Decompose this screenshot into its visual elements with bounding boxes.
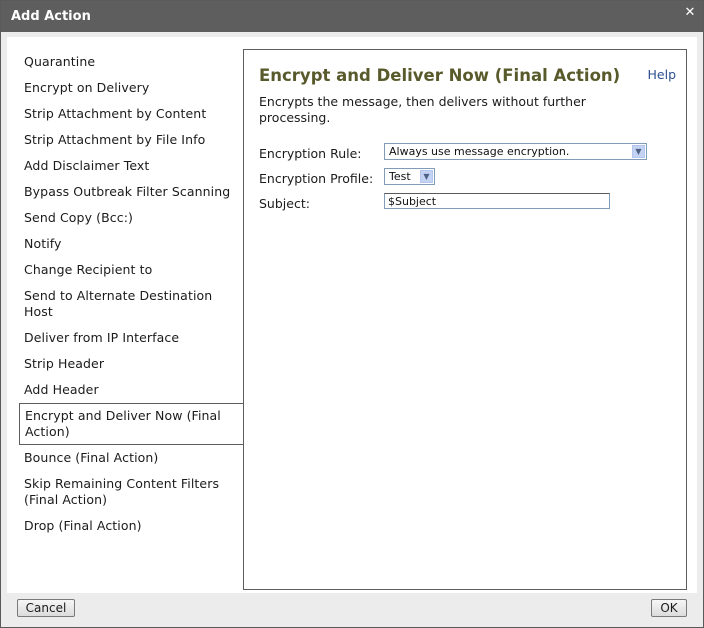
action-description: Encrypts the message, then delivers with…	[259, 94, 586, 125]
action-item[interactable]: Encrypt and Deliver Now (Final Action)	[19, 403, 245, 445]
chevron-down-icon[interactable]: ▼	[420, 170, 433, 183]
subject-input[interactable]: $Subject	[384, 193, 610, 209]
action-item[interactable]: Add Disclaimer Text	[19, 153, 244, 179]
action-item[interactable]: Strip Header	[19, 351, 244, 377]
cancel-button[interactable]: Cancel	[17, 599, 75, 617]
action-item[interactable]: Deliver from IP Interface	[19, 325, 244, 351]
encryption-rule-select[interactable]: Always use message encryption. ▼	[384, 143, 647, 160]
encryption-profile-label: Encryption Profile:	[259, 171, 374, 186]
action-item[interactable]: Bounce (Final Action)	[19, 445, 244, 471]
action-item[interactable]: Bypass Outbreak Filter Scanning	[19, 179, 244, 205]
action-item[interactable]: Strip Attachment by File Info	[19, 127, 244, 153]
action-item[interactable]: Drop (Final Action)	[19, 513, 244, 539]
action-item[interactable]: Quarantine	[19, 49, 244, 75]
encryption-profile-value: Test	[389, 170, 411, 183]
title-bar[interactable]: Add Action ✕	[1, 1, 703, 32]
action-detail-panel: Encrypt and Deliver Now (Final Action) H…	[243, 49, 687, 590]
panel-title: Encrypt and Deliver Now (Final Action)	[259, 66, 621, 85]
encryption-profile-select[interactable]: Test ▼	[384, 168, 435, 185]
action-item[interactable]: Send Copy (Bcc:)	[19, 205, 244, 231]
dialog-title: Add Action	[11, 9, 91, 24]
action-item[interactable]: Strip Attachment by Content	[19, 101, 244, 127]
action-item[interactable]: Add Header	[19, 377, 244, 403]
action-item[interactable]: Encrypt on Delivery	[19, 75, 244, 101]
help-link[interactable]: Help	[648, 67, 677, 82]
subject-label: Subject:	[259, 196, 310, 211]
action-item[interactable]: Send to Alternate Destination Host	[19, 283, 244, 325]
action-item[interactable]: Change Recipient to	[19, 257, 244, 283]
action-item[interactable]: Notify	[19, 231, 244, 257]
action-list: Quarantine Encrypt on Delivery Strip Attac…	[19, 49, 245, 539]
ok-button[interactable]: OK	[651, 599, 687, 617]
action-item[interactable]: Skip Remaining Content Filters (Final Ac…	[19, 471, 244, 513]
encryption-rule-label: Encryption Rule:	[259, 146, 362, 161]
encryption-rule-value: Always use message encryption.	[389, 145, 570, 158]
chevron-down-icon[interactable]: ▼	[632, 145, 645, 158]
add-action-dialog: Add Action ✕ Quarantine Encrypt on Delive…	[0, 0, 704, 628]
close-icon[interactable]: ✕	[683, 6, 697, 20]
